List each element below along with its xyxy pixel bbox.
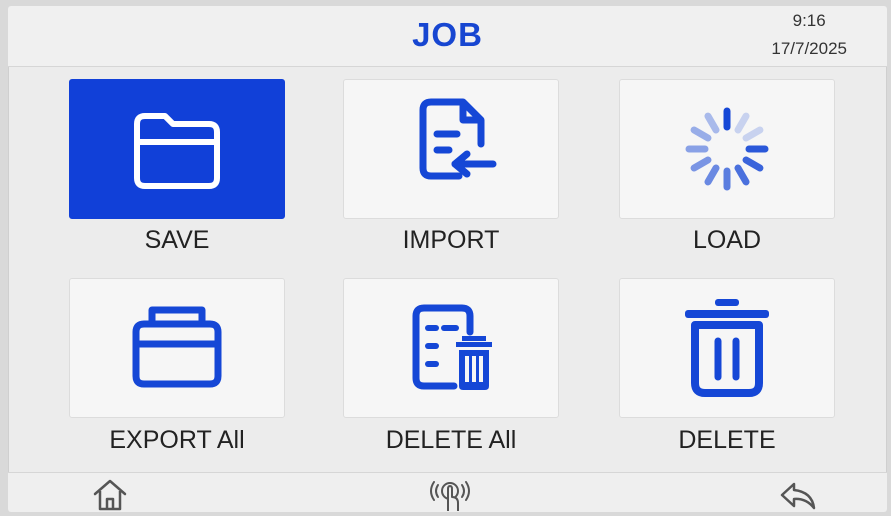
- touch-button[interactable]: [428, 477, 472, 512]
- spinner-dash: [704, 164, 720, 186]
- save-label: SAVE: [144, 226, 210, 254]
- spinner-dash: [734, 164, 750, 186]
- file-import-icon: [401, 94, 501, 204]
- spinner-dash: [690, 156, 712, 172]
- save-button[interactable]: [69, 79, 285, 219]
- touch-icon: [428, 477, 472, 512]
- delete-all-button[interactable]: [343, 278, 559, 418]
- footer-bar: [8, 472, 887, 512]
- spinner-dash: [742, 156, 764, 172]
- spinner-dash: [734, 112, 750, 134]
- page-title: JOB: [412, 16, 483, 53]
- loading-spinner-icon: [677, 99, 777, 199]
- home-icon: [91, 477, 129, 512]
- load-label: LOAD: [692, 226, 762, 254]
- header-bar: JOB 9:16 17/7/2025: [8, 6, 887, 67]
- delete-button[interactable]: [619, 278, 835, 418]
- delete-label: DELETE: [678, 426, 776, 454]
- spinner-dash: [690, 126, 712, 142]
- import-button[interactable]: [343, 79, 559, 219]
- back-arrow-icon: [778, 478, 818, 512]
- spinner-dash: [704, 112, 720, 134]
- back-button[interactable]: [776, 477, 820, 512]
- clock: 9:16 17/7/2025: [771, 10, 847, 60]
- clock-date: 17/7/2025: [771, 39, 847, 58]
- device-screen: JOB 9:16 17/7/2025 SAVE IMPORT LOAD EXPO…: [8, 6, 887, 512]
- delete-all-label: DELETE All: [385, 426, 517, 454]
- clock-time: 9:16: [792, 11, 826, 30]
- import-label: IMPORT: [402, 226, 500, 254]
- home-button[interactable]: [88, 477, 132, 512]
- load-button[interactable]: [619, 79, 835, 219]
- file-trash-icon: [396, 298, 506, 398]
- export-all-label: EXPORT All: [109, 426, 245, 454]
- trash-icon: [677, 293, 777, 403]
- folder-icon: [127, 104, 227, 194]
- export-all-button[interactable]: [69, 278, 285, 418]
- spinner-dash: [742, 126, 764, 142]
- export-tray-icon: [122, 298, 232, 398]
